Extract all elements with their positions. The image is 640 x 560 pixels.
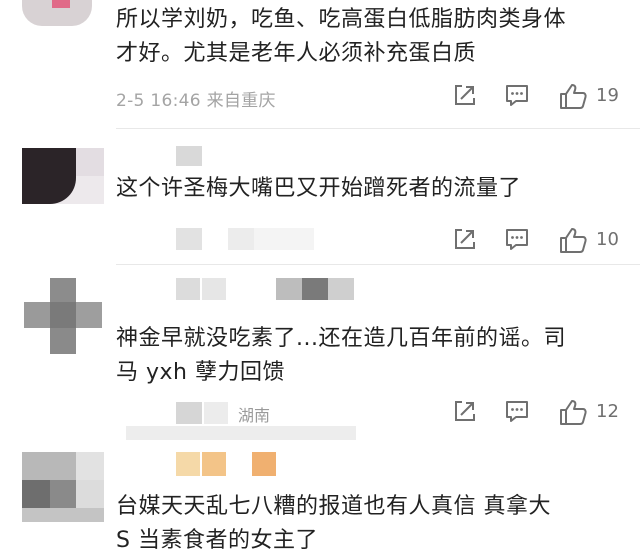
blurred-username (202, 278, 226, 300)
comment-item: 所以学刘奶，吃鱼、吃高蛋白低脂肪肉类身体 才好。尤其是老年人必须补充蛋白质 2-… (0, 0, 640, 130)
comment-item: 神金早就没吃素了...还在造几百年前的谣。司 马 yxh 孽力回馈 湖南 12 (0, 270, 640, 440)
share-icon[interactable] (452, 82, 478, 108)
comment-actions: 10 (446, 226, 626, 256)
share-icon[interactable] (452, 398, 478, 424)
blurred-meta (176, 228, 202, 250)
avatar[interactable] (22, 148, 104, 204)
avatar[interactable] (22, 452, 104, 522)
blurred-username (328, 278, 354, 300)
blurred-username (176, 452, 200, 476)
avatar[interactable] (22, 0, 92, 30)
comment-text: 台媒天天乱七八糟的报道也有人真信 真拿大 S 当素食者的女主了 (116, 494, 551, 553)
comment-meta: 2-5 16:46 来自重庆 (116, 91, 276, 111)
blurred-username (276, 278, 302, 300)
blurred-username (252, 452, 276, 476)
avatar[interactable] (22, 278, 104, 354)
divider (116, 264, 640, 265)
blurred-meta (254, 228, 314, 250)
blurred-username (202, 452, 226, 476)
comment-actions: 12 (446, 398, 626, 428)
blurred-meta (204, 402, 228, 424)
comment-icon[interactable] (504, 398, 530, 424)
blurred-meta (176, 402, 202, 424)
comment-text: 所以学刘奶，吃鱼、吃高蛋白低脂肪肉类身体 才好。尤其是老年人必须补充蛋白质 (116, 7, 567, 66)
comment-item: 这个许圣梅大嘴巴又开始蹭死者的流量了 10 (0, 130, 640, 270)
thumbs-up-icon[interactable] (558, 398, 588, 426)
comment-text: 这个许圣梅大嘴巴又开始蹭死者的流量了 (116, 176, 522, 201)
comment-icon[interactable] (504, 82, 530, 108)
share-icon[interactable] (452, 226, 478, 252)
thumbs-up-icon[interactable] (558, 82, 588, 110)
like-count: 10 (596, 229, 619, 250)
comment-text: 神金早就没吃素了...还在造几百年前的谣。司 马 yxh 孽力回馈 (116, 326, 566, 385)
comment-icon[interactable] (504, 226, 530, 252)
blurred-overlay (126, 426, 356, 440)
thumbs-up-icon[interactable] (558, 226, 588, 254)
like-count: 12 (596, 401, 619, 422)
blurred-username (176, 146, 202, 166)
blurred-username (302, 278, 328, 300)
divider (116, 128, 640, 129)
blurred-username (176, 278, 200, 300)
comment-item: 台媒天天乱七八糟的报道也有人真信 真拿大 S 当素食者的女主了 (0, 440, 640, 560)
location-fragment: 湖南 (238, 406, 271, 425)
blurred-meta (228, 228, 254, 250)
comment-actions: 19 (446, 82, 626, 112)
like-count: 19 (596, 85, 619, 106)
